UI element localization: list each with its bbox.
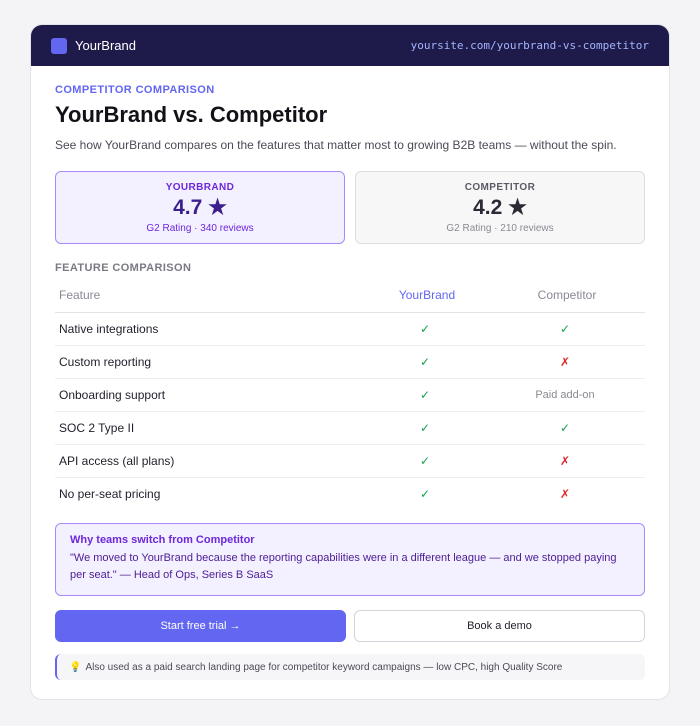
feature-name: SOC 2 Type II [55,411,365,445]
rating-card-competitor: COMPETITOR 4.2 ★ G2 Rating · 210 reviews [355,171,645,244]
lightbulb-icon: 💡 [69,661,82,673]
column-header-yourbrand: YourBrand [365,279,485,313]
page-subtitle: See how YourBrand compares on the featur… [55,138,617,152]
testimonial-title: Why teams switch from Competitor [70,534,255,546]
page-url: yoursite.com/yourbrand-vs-competitor [410,39,649,52]
testimonial-box: Why teams switch from Competitor "We mov… [55,523,645,596]
feature-name: Custom reporting [55,345,365,379]
table-row: Native integrations ✓ ✓ [55,312,645,346]
yourbrand-check-icon: ✓ [365,411,485,445]
competitor-cross-icon: ✗ [559,486,571,501]
brand-logo-icon [51,37,67,54]
book-demo-button[interactable]: Book a demo [354,610,645,642]
usage-note: 💡 Also used as a paid search landing pag… [55,654,645,680]
table-row: API access (all plans) ✓ ✗ [55,444,645,478]
testimonial-text: "We moved to YourBrand because the repor… [70,552,617,581]
usage-note-text: Also used as a paid search landing page … [85,661,563,673]
ratings-row: YOURBRAND 4.7 ★ G2 Rating · 340 reviews … [55,171,645,244]
yourbrand-check-icon: ✓ [365,312,485,346]
eyebrow-label: COMPETITOR COMPARISON [55,84,215,96]
yourbrand-check-icon: ✓ [365,444,485,478]
rating-card-yourbrand: YOURBRAND 4.7 ★ G2 Rating · 340 reviews [55,171,345,244]
rating-reviews: G2 Rating · 210 reviews [446,223,554,234]
table-row: Onboarding support ✓ Paid add-on [55,378,645,412]
table-row: Custom reporting ✓ ✗ [55,345,645,379]
rating-label: COMPETITOR [464,182,536,193]
feature-name: No per-seat pricing [59,486,161,501]
page-title: YourBrand vs. Competitor [55,102,328,127]
competitor-check-icon: ✓ [485,312,645,346]
cta-row: Start free trial → Book a demo [55,610,645,642]
column-header-feature: Feature [55,279,365,313]
competitor-value: Paid add-on [485,378,645,412]
rating-reviews: G2 Rating · 340 reviews [146,223,254,234]
feature-comparison-table: Feature YourBrand Competitor Native inte… [55,279,645,510]
competitor-cross-icon: ✗ [485,444,645,478]
feature-name: API access (all plans) [55,444,365,478]
rating-score: 4.7 ★ [173,196,227,219]
brand-name: YourBrand [75,38,136,53]
competitor-check-icon: ✓ [485,411,645,445]
top-bar: YourBrand yoursite.com/yourbrand-vs-comp… [31,25,669,66]
start-free-trial-button[interactable]: Start free trial → [55,610,346,642]
table-header-row: Feature YourBrand Competitor [55,279,645,313]
feature-name: Onboarding support [55,378,365,412]
table-row: No per-seat pricing ✓ ✗ [55,477,645,510]
section-label: FEATURE COMPARISON [55,262,192,274]
rating-score: 4.2 ★ [473,196,527,219]
yourbrand-check-icon: ✓ [365,378,485,412]
comparison-card: YourBrand yoursite.com/yourbrand-vs-comp… [30,24,670,700]
feature-name: Native integrations [55,312,365,346]
table-row: SOC 2 Type II ✓ ✓ [55,411,645,445]
yourbrand-check-icon: ✓ [419,486,431,501]
competitor-cross-icon: ✗ [485,345,645,379]
yourbrand-check-icon: ✓ [365,345,485,379]
rating-label: YOURBRAND [165,182,235,193]
column-header-competitor: Competitor [485,279,645,313]
